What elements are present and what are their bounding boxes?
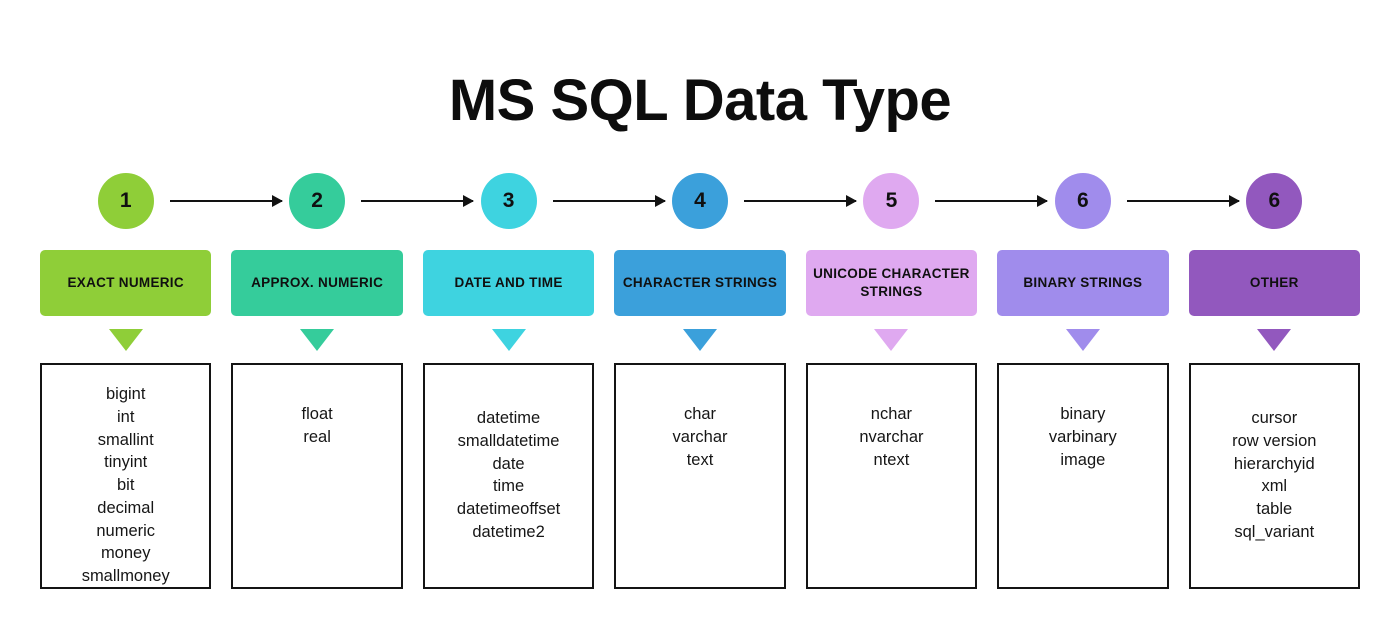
triangle-down-icon bbox=[1065, 329, 1100, 351]
type-item: hierarchyid bbox=[1233, 454, 1315, 473]
step-circle[interactable]: 2 bbox=[289, 173, 346, 229]
type-item: real bbox=[303, 427, 331, 446]
category-label-box[interactable]: APPROX. NUMERIC bbox=[231, 250, 403, 316]
type-list-box: binary varbinary image bbox=[997, 363, 1169, 589]
type-item: row version bbox=[1232, 431, 1317, 450]
type-list-box: float real bbox=[231, 363, 403, 589]
triangle-down-icon bbox=[874, 329, 909, 351]
category-column-2: 2 APPROX. NUMERIC float real bbox=[231, 160, 475, 589]
type-item: ntext bbox=[873, 450, 910, 469]
step-circle-row: 4 bbox=[614, 160, 857, 242]
type-item: cursor bbox=[1251, 409, 1298, 427]
type-item: time bbox=[492, 477, 525, 496]
step-circle-row: 6 bbox=[997, 160, 1240, 242]
type-item: date bbox=[492, 454, 525, 473]
category-label: APPROX. NUMERIC bbox=[251, 275, 384, 291]
type-list-box: datetime smalldatetime date time datetimeoff… bbox=[422, 363, 595, 589]
type-item: table bbox=[1256, 500, 1293, 519]
type-item: datetime2 bbox=[472, 522, 545, 541]
category-label: UNICODE CHARACTER STRINGS bbox=[813, 266, 970, 299]
category-column-4: 4 CHARACTER STRINGS char varchar text bbox=[614, 160, 857, 589]
type-item: binary bbox=[1060, 405, 1106, 423]
type-item: nchar bbox=[870, 405, 913, 423]
type-item: numeric bbox=[96, 521, 156, 540]
triangle-down-icon bbox=[682, 329, 717, 351]
type-list-box: cursor row version hierarchyid xml table sql_… bbox=[1188, 363, 1360, 589]
type-item: decimal bbox=[97, 498, 155, 517]
step-circle-row: 2 bbox=[231, 160, 475, 242]
category-label-box[interactable]: OTHER bbox=[1188, 250, 1360, 316]
type-item: bigint bbox=[105, 385, 146, 403]
type-item: money bbox=[100, 544, 151, 563]
step-circle[interactable]: 3 bbox=[480, 173, 537, 229]
type-item: char bbox=[683, 405, 717, 423]
category-label-box[interactable]: CHARACTER STRINGS bbox=[614, 250, 786, 316]
category-column-6: 6 BINARY STRINGS binary varbinary image bbox=[997, 160, 1240, 589]
category-label-box[interactable]: UNICODE CHARACTER STRINGS bbox=[805, 250, 978, 316]
type-item: float bbox=[301, 405, 333, 423]
category-label-box[interactable]: BINARY STRINGS bbox=[997, 250, 1169, 316]
step-circle[interactable]: 1 bbox=[97, 173, 154, 229]
type-item: sql_variant bbox=[1234, 522, 1315, 541]
triangle-down-icon bbox=[300, 329, 335, 351]
step-circle-row: 3 bbox=[423, 160, 666, 242]
triangle-down-icon bbox=[1257, 329, 1292, 351]
step-circle[interactable]: 5 bbox=[863, 173, 920, 229]
category-label: EXACT NUMERIC bbox=[67, 275, 184, 291]
type-item: varbinary bbox=[1048, 427, 1117, 446]
triangle-down-icon bbox=[108, 329, 143, 351]
step-circle[interactable]: 6 bbox=[1054, 173, 1111, 229]
category-label-box[interactable]: EXACT NUMERIC bbox=[40, 250, 212, 316]
step-circle-row: 6 bbox=[1189, 160, 1360, 242]
type-item: smallint bbox=[97, 430, 154, 449]
type-item: xml bbox=[1261, 477, 1288, 496]
type-list-box: bigint int smallint tinyint bit decimal numeri… bbox=[40, 363, 212, 589]
category-column-1: 1 EXACT NUMERIC bigint int smallint tinyint bi… bbox=[40, 160, 283, 589]
type-item: image bbox=[1060, 450, 1106, 469]
type-item: datetimeoffset bbox=[456, 500, 561, 519]
triangle-down-icon bbox=[491, 329, 526, 351]
type-item: nvarchar bbox=[859, 427, 924, 446]
category-column-3: 3 DATE AND TIME datetime smalldatetime date t… bbox=[422, 160, 666, 589]
data-type-flow-diagram: 1 EXACT NUMERIC bigint int smallint tinyint bi… bbox=[40, 160, 1360, 589]
category-label-box[interactable]: DATE AND TIME bbox=[422, 250, 595, 316]
type-item: tinyint bbox=[104, 453, 148, 472]
type-list-box: char varchar text bbox=[614, 363, 786, 589]
category-label: DATE AND TIME bbox=[454, 275, 563, 291]
type-list-box: nchar nvarchar ntext bbox=[805, 363, 978, 589]
category-column-5: 5 UNICODE CHARACTER STRINGS nchar nvarchar n… bbox=[805, 160, 1049, 589]
type-item: bit bbox=[116, 476, 135, 495]
category-label: CHARACTER STRINGS bbox=[622, 275, 778, 291]
step-circle-row: 5 bbox=[806, 160, 1049, 242]
type-item: varchar bbox=[672, 427, 728, 446]
page-title: MS SQL Data Type bbox=[448, 67, 952, 133]
type-item: text bbox=[686, 450, 714, 469]
category-column-7: 6 OTHER cursor row version hierarchyid xml tab… bbox=[1188, 160, 1360, 589]
category-label: BINARY STRINGS bbox=[1023, 275, 1143, 291]
type-item: int bbox=[116, 407, 135, 426]
type-item: datetime bbox=[476, 409, 541, 427]
category-label: OTHER bbox=[1249, 275, 1299, 291]
type-item: smalldatetime bbox=[457, 431, 560, 450]
step-circle[interactable]: 4 bbox=[671, 173, 728, 229]
step-circle[interactable]: 6 bbox=[1246, 173, 1303, 229]
step-circle-row: 1 bbox=[40, 160, 283, 242]
type-item: smallmoney bbox=[81, 567, 170, 586]
